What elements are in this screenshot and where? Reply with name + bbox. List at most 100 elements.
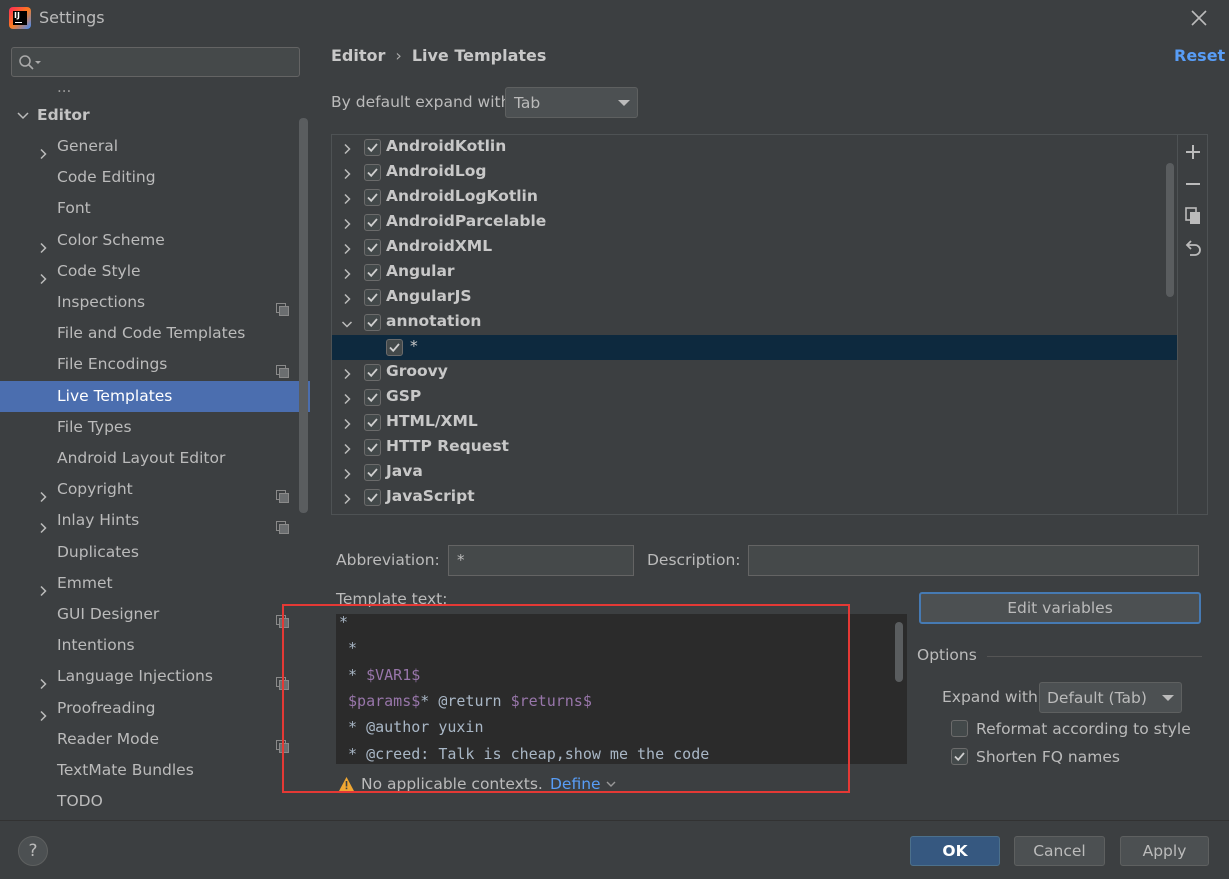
sidebar-item-inspections[interactable]: Inspections bbox=[0, 287, 310, 318]
reformat-checkbox[interactable] bbox=[951, 720, 968, 737]
template-checkbox[interactable] bbox=[364, 164, 381, 181]
close-button[interactable] bbox=[1186, 5, 1212, 31]
sidebar-item-label: Live Templates bbox=[57, 386, 173, 405]
template-checkbox[interactable] bbox=[386, 339, 403, 356]
breadcrumb-editor[interactable]: Editor bbox=[331, 46, 385, 65]
template-item[interactable]: * bbox=[332, 335, 1177, 360]
abbreviation-input[interactable]: * bbox=[448, 545, 634, 576]
sidebar-item-editor[interactable]: Editor bbox=[0, 100, 310, 131]
reformat-label[interactable]: Reformat according to style bbox=[976, 720, 1191, 738]
template-group-http-request[interactable]: HTTP Request bbox=[332, 435, 1177, 460]
template-label: AndroidParcelable bbox=[386, 212, 547, 230]
chevron-right-icon[interactable] bbox=[341, 366, 353, 380]
edit-variables-button[interactable]: Edit variables bbox=[919, 592, 1201, 624]
template-checkbox[interactable] bbox=[364, 214, 381, 231]
template-checkbox[interactable] bbox=[364, 289, 381, 306]
template-group-androidlogkotlin[interactable]: AndroidLogKotlin bbox=[332, 185, 1177, 210]
template-group-annotation[interactable]: annotation bbox=[332, 310, 1177, 335]
templates-tree: AndroidKotlin AndroidLog AndroidLogKotlin A… bbox=[331, 134, 1208, 515]
sidebar-item-todo[interactable]: TODO bbox=[0, 786, 310, 817]
sidebar-item-textmate-bundles[interactable]: TextMate Bundles bbox=[0, 755, 310, 786]
template-checkbox[interactable] bbox=[364, 464, 381, 481]
chevron-right-icon[interactable] bbox=[341, 441, 353, 455]
chevron-right-icon[interactable] bbox=[341, 416, 353, 430]
sidebar: ... Editor General Code Editing Font Color … bbox=[0, 36, 310, 820]
template-group-javascript[interactable]: JavaScript bbox=[332, 485, 1177, 510]
help-button[interactable]: ? bbox=[18, 836, 48, 866]
remove-button[interactable] bbox=[1181, 172, 1205, 196]
chevron-right-icon[interactable] bbox=[341, 216, 353, 230]
copy-button[interactable] bbox=[1181, 204, 1205, 228]
template-checkbox[interactable] bbox=[364, 389, 381, 406]
template-group-java[interactable]: Java bbox=[332, 460, 1177, 485]
sidebar-item-duplicates[interactable]: Duplicates bbox=[0, 537, 310, 568]
sidebar-item-inlay-hints[interactable]: Inlay Hints bbox=[0, 505, 310, 536]
ok-button[interactable]: OK bbox=[910, 836, 1000, 866]
sidebar-item-live-templates[interactable]: Live Templates bbox=[0, 380, 310, 412]
chevron-right-icon[interactable] bbox=[341, 466, 353, 480]
sidebar-item-font[interactable]: Font bbox=[0, 193, 310, 224]
chevron-right-icon[interactable] bbox=[341, 391, 353, 405]
sidebar-item-file-encodings[interactable]: File Encodings bbox=[0, 349, 310, 380]
editor-scrollbar[interactable] bbox=[895, 622, 903, 682]
sidebar-item-copyright[interactable]: Copyright bbox=[0, 474, 310, 505]
chevron-right-icon[interactable] bbox=[341, 166, 353, 180]
search-input[interactable] bbox=[11, 47, 300, 77]
sidebar-item-label: General bbox=[57, 137, 119, 155]
sidebar-item-android-layout-editor[interactable]: Android Layout Editor bbox=[0, 443, 310, 474]
chevron-right-icon[interactable] bbox=[341, 241, 353, 255]
chevron-right-icon[interactable] bbox=[341, 491, 353, 505]
sidebar-item-proofreading[interactable]: Proofreading bbox=[0, 693, 310, 724]
template-checkbox[interactable] bbox=[364, 364, 381, 381]
template-group-html-xml[interactable]: HTML/XML bbox=[332, 410, 1177, 435]
template-group-angularjs[interactable]: AngularJS bbox=[332, 285, 1177, 310]
add-button[interactable] bbox=[1181, 140, 1205, 164]
expand-default-select[interactable]: Tab bbox=[505, 87, 638, 118]
chevron-right-icon[interactable] bbox=[341, 291, 353, 305]
sidebar-scrollbar[interactable] bbox=[299, 118, 308, 513]
description-input[interactable] bbox=[748, 545, 1199, 576]
sidebar-item-intentions[interactable]: Intentions bbox=[0, 630, 310, 661]
template-group-androidlog[interactable]: AndroidLog bbox=[332, 160, 1177, 185]
chevron-right-icon[interactable] bbox=[341, 141, 353, 155]
chevron-down-icon[interactable] bbox=[341, 316, 353, 328]
template-group-groovy[interactable]: Groovy bbox=[332, 360, 1177, 385]
template-group-androidkotlin[interactable]: AndroidKotlin bbox=[332, 135, 1177, 160]
template-group-androidparcelable[interactable]: AndroidParcelable bbox=[332, 210, 1177, 235]
sidebar-item-gui-designer[interactable]: GUI Designer bbox=[0, 599, 310, 630]
template-group-angular[interactable]: Angular bbox=[332, 260, 1177, 285]
shorten-fq-checkbox[interactable] bbox=[951, 748, 968, 765]
template-checkbox[interactable] bbox=[364, 439, 381, 456]
template-group-gsp[interactable]: GSP bbox=[332, 385, 1177, 410]
template-checkbox[interactable] bbox=[364, 264, 381, 281]
apply-button[interactable]: Apply bbox=[1120, 836, 1209, 866]
tree-scrollbar[interactable] bbox=[1166, 163, 1174, 297]
template-checkbox[interactable] bbox=[364, 189, 381, 206]
template-checkbox[interactable] bbox=[364, 139, 381, 156]
template-group-androidxml[interactable]: AndroidXML bbox=[332, 235, 1177, 260]
sidebar-item-code-style[interactable]: Code Style bbox=[0, 256, 310, 287]
chevron-right-icon[interactable] bbox=[341, 191, 353, 205]
sidebar-item-general[interactable]: General bbox=[0, 131, 310, 162]
sidebar-item-color-scheme[interactable]: Color Scheme bbox=[0, 225, 310, 256]
shorten-fq-label[interactable]: Shorten FQ names bbox=[976, 748, 1120, 766]
sidebar-item-file-and-code-templates[interactable]: File and Code Templates bbox=[0, 318, 310, 349]
chevron-right-icon[interactable] bbox=[341, 266, 353, 280]
sidebar-item-reader-mode[interactable]: Reader Mode bbox=[0, 724, 310, 755]
sidebar-item-emmet[interactable]: Emmet bbox=[0, 568, 310, 599]
sidebar-item-file-types[interactable]: File Types bbox=[0, 412, 310, 443]
project-level-icon bbox=[276, 483, 289, 504]
sidebar-item-label: Reader Mode bbox=[57, 729, 160, 748]
template-checkbox[interactable] bbox=[364, 414, 381, 431]
template-checkbox[interactable] bbox=[364, 239, 381, 256]
sidebar-item-language-injections[interactable]: Language Injections bbox=[0, 661, 310, 692]
template-checkbox[interactable] bbox=[364, 314, 381, 331]
reset-link[interactable]: Reset bbox=[1174, 46, 1225, 65]
sidebar-item-code-editing[interactable]: Code Editing bbox=[0, 162, 310, 193]
chevron-down-icon bbox=[17, 112, 29, 120]
restore-button[interactable] bbox=[1181, 236, 1205, 260]
cancel-button[interactable]: Cancel bbox=[1014, 836, 1105, 866]
template-checkbox[interactable] bbox=[364, 489, 381, 506]
expand-with-select[interactable]: Default (Tab) bbox=[1039, 682, 1182, 713]
project-level-icon bbox=[276, 514, 289, 535]
